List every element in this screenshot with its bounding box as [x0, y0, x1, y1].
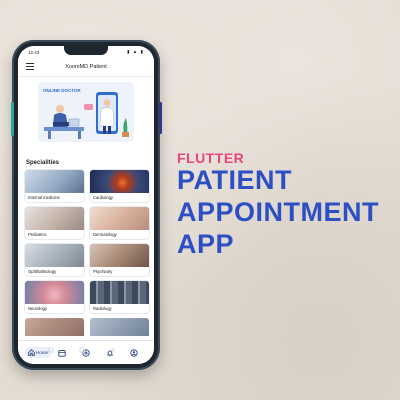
speciality-card-radiology[interactable]: Radiology: [90, 281, 149, 313]
speciality-label: Ophthalmology: [25, 267, 84, 276]
speciality-card-partial-right[interactable]: [90, 318, 149, 336]
speciality-card-psychiatry[interactable]: Psychiatry: [90, 244, 149, 276]
radiology-image: [90, 281, 149, 304]
app-title: XoomMD Patient: [65, 64, 107, 70]
speciality-card-internal-medicine[interactable]: Internal medicine: [25, 170, 84, 202]
dermatology-image: [90, 207, 149, 230]
recent-apps-icon[interactable]: [48, 347, 54, 353]
speciality-card-partial-left[interactable]: [25, 318, 84, 336]
speciality-label: Neurology: [25, 304, 84, 313]
speciality-label: Dermatology: [90, 230, 149, 239]
app-bar: XoomMD Patient: [18, 58, 154, 77]
speciality-label: Pediatrics: [25, 230, 84, 239]
speciality-card-ophthalmology[interactable]: Ophthalmology: [25, 244, 84, 276]
side-button-accent: [11, 102, 14, 136]
home-icon: [28, 349, 35, 356]
profile-icon: [130, 349, 138, 357]
psychiatry-image: [90, 244, 149, 267]
speciality-card-pediatrics[interactable]: Pediatrics: [25, 207, 84, 239]
system-navigation-bar: [48, 346, 116, 354]
speciality-label: Cardiology: [90, 193, 149, 202]
headline-line-1: PATIENT: [177, 165, 292, 195]
neurology-image: [25, 281, 84, 304]
specialities-title: Specialities: [26, 160, 60, 166]
headline-kicker: FLUTTER: [177, 150, 245, 166]
notch: [64, 46, 108, 55]
headline-line-2: APPOINTMENT: [177, 197, 380, 227]
phone-screen: 12:43 ▮ ▲ ▮ XoomMD Patient ONLINE DOCTOR: [18, 46, 154, 364]
status-time: 12:43: [28, 50, 40, 55]
internal-medicine-image: [25, 170, 84, 193]
online-doctor-banner[interactable]: ONLINE DOCTOR: [38, 82, 134, 142]
speciality-label: Radiology: [90, 304, 149, 313]
speciality-label: Psychiatry: [90, 267, 149, 276]
ophthalmology-image: [25, 244, 84, 267]
cardiology-image: [90, 170, 149, 193]
back-icon[interactable]: [110, 347, 116, 353]
pediatrics-image: [25, 207, 84, 230]
power-button: [159, 102, 162, 134]
online-doctor-illustration: [44, 92, 129, 139]
speciality-card-neurology[interactable]: Neurology: [25, 281, 84, 313]
speciality-label: Internal medicine: [25, 193, 84, 202]
headline-line-3: APP: [177, 229, 235, 259]
nav-profile[interactable]: [130, 347, 138, 359]
status-icons: ▮ ▲ ▮: [127, 49, 144, 54]
speciality-card-cardiology[interactable]: Cardiology: [90, 170, 149, 202]
speciality-card-dermatology[interactable]: Dermatology: [90, 207, 149, 239]
nav-home-label: Home: [36, 350, 49, 355]
home-circle-icon[interactable]: [79, 347, 85, 353]
